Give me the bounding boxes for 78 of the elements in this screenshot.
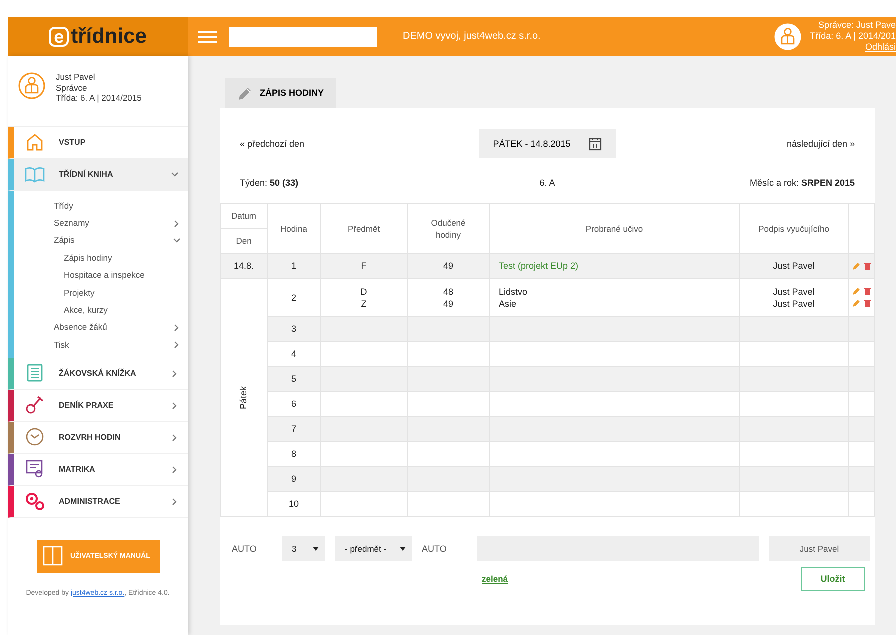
user-info-text: Správce (56, 82, 88, 93)
dropdown[interactable]: - předmět - (335, 536, 412, 561)
hour-cell: 9 (268, 466, 320, 492)
subject-text: F (360, 260, 368, 272)
subject-text: Z (360, 298, 368, 310)
logo-text: třídnice (71, 24, 147, 48)
search-field[interactable] (229, 26, 377, 46)
dropdown[interactable]: 3 (282, 536, 325, 561)
certificate-icon (25, 459, 45, 480)
chevron-right-icon (171, 434, 178, 441)
auto-label: AUTO (422, 544, 448, 554)
delete-icon[interactable] (862, 262, 872, 270)
tab[interactable]: ZÁPIS HODINY (225, 78, 336, 108)
caret-icon (313, 546, 319, 552)
hour-cell: 7 (268, 416, 320, 442)
organization-text: DEMO vyvoj, just4web.cz s.r.o. (403, 31, 541, 42)
pencil-icon (237, 86, 252, 100)
gears-icon (25, 491, 45, 512)
teacher-name: Just Pavel (772, 260, 816, 272)
user-avatar-icon (18, 72, 46, 100)
house-icon (25, 132, 45, 152)
hours-count: 48 (442, 286, 454, 298)
date-cell: 14.8. (220, 254, 268, 278)
previous-day-link[interactable]: « předchozí den (240, 138, 480, 148)
date-picker-button[interactable]: PÁTEK - 14.8.2015 (479, 129, 616, 158)
topic-text: Test (projekt EUp 2) (499, 260, 580, 272)
caret-icon (400, 546, 406, 552)
submenu-item[interactable]: Akce, kurzy (64, 301, 180, 319)
chevron-right-icon (171, 402, 178, 409)
user-info-text: Třída: 6. A | 2014/2015 (56, 93, 142, 104)
class-text: 6. A (540, 178, 556, 190)
notepad-icon (25, 363, 45, 384)
hour-cell: 10 (268, 492, 320, 516)
user-avatar-icon (774, 22, 802, 50)
menu-icon[interactable] (198, 30, 217, 42)
chevron-right-icon (171, 498, 178, 505)
delete-icon[interactable] (862, 299, 872, 308)
week-text: Týden: 50 (33) (240, 178, 300, 190)
delete-icon[interactable] (862, 287, 872, 296)
topic-text: Asie (499, 298, 518, 310)
edit-icon[interactable] (852, 262, 860, 270)
chevron-right-icon (171, 466, 178, 473)
book-icon (25, 164, 45, 184)
submenu-item[interactable]: Absence žáků (54, 318, 180, 336)
month-text: Měsíc a rok: SRPEN 2015 (748, 178, 855, 190)
subject-text: D (360, 286, 368, 298)
day-label: Pátek (239, 386, 249, 409)
submenu-item[interactable]: Třídy (54, 197, 180, 214)
teacher-field[interactable]: Just Pavel (769, 536, 870, 561)
menu-item[interactable]: TŘÍDNÍ KNIHA (8, 159, 188, 191)
save-button[interactable]: Uložit (801, 567, 865, 591)
column-header: Probrané učivo (490, 204, 740, 254)
teacher-name: Just Pavel (772, 298, 816, 310)
hours-count: 49 (442, 298, 454, 310)
submenu-item[interactable]: Seznamy (54, 214, 180, 232)
user-info-text: Třída: 6. A | 2014/201 (810, 31, 896, 42)
user-info-text: Správce: Just Pave (817, 20, 896, 31)
submenu-item[interactable]: Zápis (54, 232, 180, 250)
topic-text: Lidstvo (499, 286, 529, 298)
submenu-item[interactable]: Tisk (54, 336, 180, 354)
user-info-text: Just Pavel (56, 72, 96, 82)
logo-mark: e (49, 26, 70, 46)
hour-cell: 1 (268, 254, 320, 278)
next-day-link[interactable]: následující den » (616, 138, 855, 148)
submenu-item[interactable]: Zápis hodiny (64, 249, 180, 267)
submenu-item[interactable]: Projekty (64, 284, 180, 302)
chevron-right-icon (171, 370, 178, 377)
calendar-icon (588, 136, 602, 150)
hour-cell: 5 (268, 366, 320, 392)
auto-label: AUTO (232, 544, 258, 554)
chevron-down-icon (171, 171, 178, 178)
column-header: Datum (220, 204, 268, 228)
teacher-name: Just Pavel (772, 286, 816, 298)
submenu-item[interactable]: Hospitace a inspekce (64, 266, 180, 284)
hour-cell: 3 (268, 316, 320, 342)
book-icon (42, 546, 62, 566)
color-link[interactable]: zelená (482, 574, 508, 584)
hours-count: 49 (442, 260, 454, 272)
